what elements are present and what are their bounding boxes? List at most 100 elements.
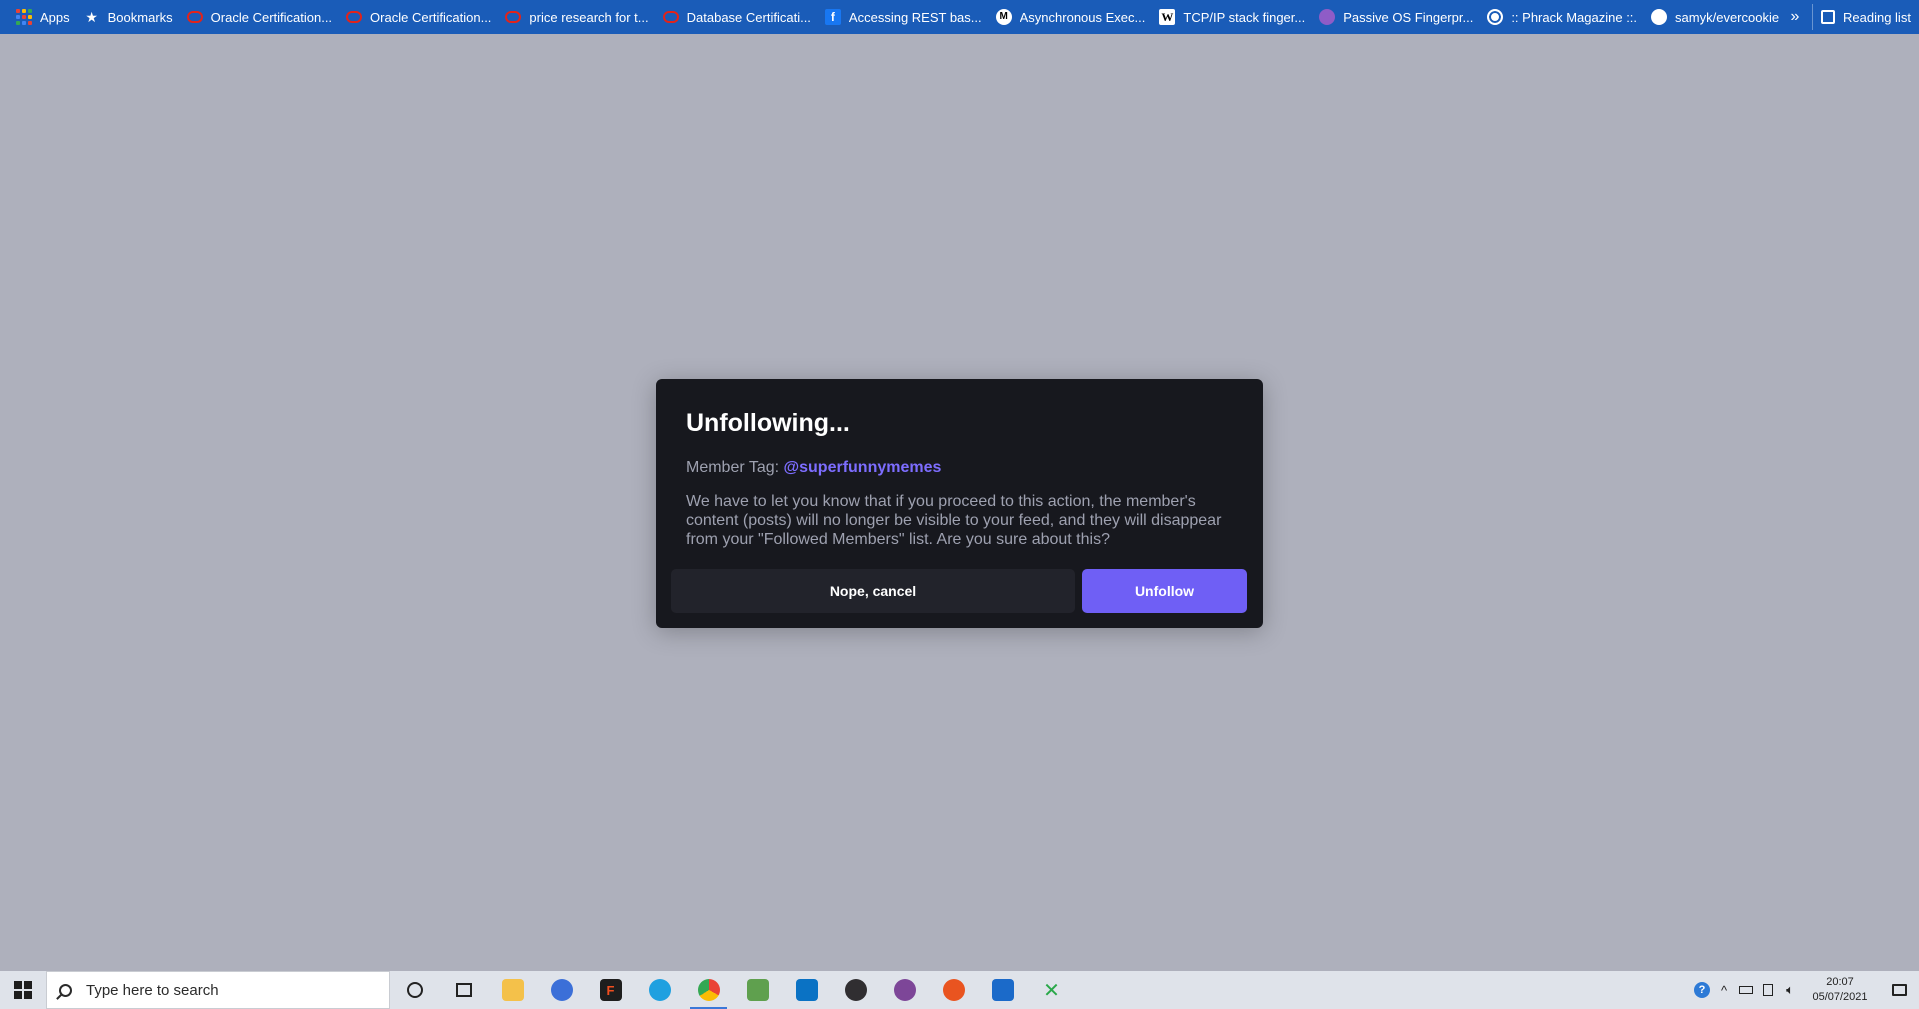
taskbar-search[interactable]: Type here to search	[46, 971, 390, 1009]
bookmark-label: Apps	[40, 9, 70, 25]
clock-time: 20:07	[1826, 976, 1854, 988]
taskbar-vscode[interactable]	[782, 971, 831, 1009]
volume-tray-button[interactable]: 🔈︎	[1779, 971, 1801, 1009]
taskbar-file-explorer[interactable]	[488, 971, 537, 1009]
github-icon	[1651, 9, 1668, 25]
taskbar-chrome[interactable]	[684, 971, 733, 1009]
member-handle: @superfunnymemes	[783, 459, 942, 476]
bookmark-phrack-magazine[interactable]: :: Phrack Magazine ::.	[1481, 4, 1643, 30]
wikipedia-icon: W	[1159, 9, 1176, 25]
network-tray-button[interactable]	[1757, 971, 1779, 1009]
medium-icon: M	[995, 9, 1012, 25]
bookmark-price-research[interactable]: price research for t...	[499, 4, 654, 30]
member-tag-label: Member Tag:	[686, 459, 780, 476]
firefox-icon	[550, 979, 573, 1001]
system-tray: ? ^ 🔈︎ 20:07 05/07/2021	[1691, 971, 1919, 1009]
apps-grid-icon	[16, 9, 32, 25]
help-tray-button[interactable]: ?	[1691, 971, 1713, 1009]
facebook-icon: f	[824, 9, 841, 25]
bookmark-passive-os[interactable]: Passive OS Fingerpr...	[1313, 4, 1479, 30]
ubuntu-icon	[942, 979, 965, 1001]
dialog-title: Unfollowing...	[686, 409, 850, 437]
photos-icon	[991, 979, 1014, 1001]
obs-icon	[844, 979, 867, 1001]
task-view-icon	[455, 983, 472, 997]
speaker-icon: 🔈︎	[1786, 982, 1794, 997]
windows-logo-icon	[14, 981, 32, 999]
cortana-icon	[406, 982, 423, 998]
bookmark-evercookie[interactable]: samyk/evercookie	[1645, 4, 1785, 30]
taskbar-firefox[interactable]	[537, 971, 586, 1009]
bookmark-label: Database Certificati...	[686, 9, 811, 25]
bookmark-database-certification[interactable]: Database Certificati...	[657, 4, 817, 30]
bookmark-label: Bookmarks	[107, 9, 173, 25]
bookmark-apps[interactable]: Apps	[10, 4, 76, 30]
bookmark-label: TCP/IP stack finger...	[1183, 9, 1306, 25]
cortana-button[interactable]	[390, 971, 439, 1009]
vscode-icon	[795, 979, 818, 1001]
member-tag: Member Tag: @superfunnymemes	[686, 458, 1248, 478]
search-placeholder: Type here to search	[86, 981, 219, 999]
reading-list-button[interactable]: Reading list	[1812, 4, 1911, 30]
bookmark-oracle-certification-2[interactable]: Oracle Certification...	[340, 4, 497, 30]
search-icon	[59, 983, 72, 997]
start-button[interactable]	[0, 971, 46, 1009]
bookmark-label: Asynchronous Exec...	[1019, 9, 1146, 25]
edge-icon	[648, 979, 671, 1001]
action-center-button[interactable]	[1879, 971, 1919, 1009]
oracle-icon	[505, 9, 522, 25]
passive-os-icon	[1319, 9, 1336, 25]
oracle-icon	[346, 9, 363, 25]
bookmark-bookmarks-folder[interactable]: ★ Bookmarks	[78, 4, 179, 30]
taskbar-edge[interactable]	[635, 971, 684, 1009]
oracle-icon	[662, 9, 679, 25]
bookmark-accessing-rest[interactable]: f Accessing REST bas...	[819, 4, 988, 30]
reading-list-icon	[1821, 10, 1835, 24]
chevron-up-icon: ^	[1720, 982, 1728, 998]
dialog-actions: Nope, cancel Unfollow	[671, 569, 1247, 613]
network-icon	[1763, 984, 1773, 996]
cancel-button[interactable]: Nope, cancel	[671, 569, 1075, 613]
reading-list-label: Reading list	[1843, 9, 1911, 25]
bookmark-label: price research for t...	[529, 9, 649, 25]
unfollow-button[interactable]: Unfollow	[1082, 569, 1247, 613]
bookmark-label: Oracle Certification...	[210, 9, 333, 25]
bookmarks-overflow-button[interactable]: »	[1782, 4, 1808, 30]
bookmark-label: Oracle Certification...	[370, 9, 492, 25]
bookmark-label: samyk/evercookie	[1675, 9, 1780, 25]
tor-icon	[893, 979, 916, 1001]
battery-icon	[1739, 986, 1753, 994]
show-hidden-icons-button[interactable]: ^	[1713, 971, 1735, 1009]
taskbar: Type here to search F ✕ ? ^ 🔈︎ 20:07 05/…	[0, 971, 1919, 1009]
bookmarks-bar: Apps ★ Bookmarks Oracle Certification...…	[0, 0, 1919, 34]
taskbar-nodejs[interactable]	[733, 971, 782, 1009]
bookmark-label: :: Phrack Magazine ::.	[1511, 9, 1638, 25]
taskbar-photos[interactable]	[978, 971, 1027, 1009]
battery-tray-button[interactable]	[1735, 971, 1757, 1009]
star-icon: ★	[85, 8, 98, 25]
oracle-icon	[186, 9, 203, 25]
taskbar-obs[interactable]	[831, 971, 880, 1009]
bookmark-label: Accessing REST bas...	[848, 9, 982, 25]
folder-icon	[501, 979, 524, 1001]
chrome-icon	[697, 979, 720, 1001]
taskbar-ubuntu[interactable]	[929, 971, 978, 1009]
notification-icon	[1891, 984, 1907, 996]
bookmark-oracle-certification-1[interactable]: Oracle Certification...	[181, 4, 338, 30]
bookmark-asynchronous-exec[interactable]: M Asynchronous Exec...	[990, 4, 1152, 30]
clock[interactable]: 20:07 05/07/2021	[1801, 975, 1879, 1005]
figma-icon: F	[599, 979, 622, 1001]
unfollow-dialog: Unfollowing... Member Tag: @superfunnyme…	[656, 379, 1263, 628]
nodejs-icon	[746, 979, 769, 1001]
globe-icon	[1487, 9, 1504, 25]
dialog-message: We have to let you know that if you proc…	[686, 493, 1222, 548]
help-icon: ?	[1694, 982, 1710, 998]
bookmark-label: Passive OS Fingerpr...	[1343, 9, 1474, 25]
clock-date: 05/07/2021	[1812, 991, 1868, 1003]
bookmark-tcpip-fingerprint[interactable]: W TCP/IP stack finger...	[1153, 4, 1311, 30]
taskbar-figma[interactable]: F	[586, 971, 635, 1009]
taskbar-xampp[interactable]: ✕	[1027, 971, 1076, 1009]
taskbar-tor[interactable]	[880, 971, 929, 1009]
xampp-icon: ✕	[1043, 979, 1060, 1002]
task-view-button[interactable]	[439, 971, 488, 1009]
